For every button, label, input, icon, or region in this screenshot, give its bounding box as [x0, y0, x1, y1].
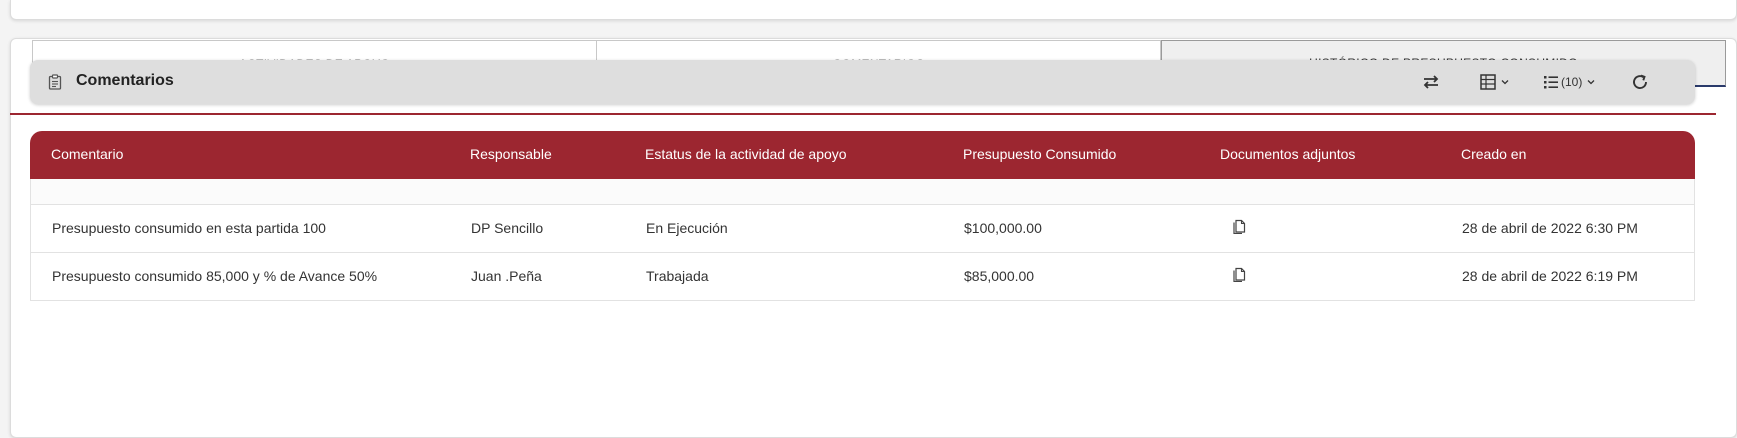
column-header-comentario[interactable]: Comentario	[51, 146, 123, 162]
section-divider	[10, 113, 1716, 115]
document-icon[interactable]	[1232, 218, 1246, 234]
cell-creado: 28 de abril de 2022 6:19 PM	[1462, 268, 1638, 284]
column-header-documentos[interactable]: Documentos adjuntos	[1220, 146, 1355, 162]
cell-estatus: Trabajada	[646, 268, 709, 284]
cell-responsable: Juan .Peña	[471, 268, 542, 284]
panel-header: Comentarios (10)	[30, 60, 1695, 104]
clipboard-icon	[48, 74, 62, 90]
page-size-button[interactable]: (10)	[1543, 70, 1596, 94]
list-icon	[1544, 76, 1558, 89]
cell-creado: 28 de abril de 2022 6:30 PM	[1462, 220, 1638, 236]
columns-icon	[1480, 74, 1496, 90]
cell-comentario: Presupuesto consumido en esta partida 10…	[52, 220, 326, 236]
chevron-down-icon	[1587, 80, 1595, 85]
refresh-icon	[1633, 74, 1647, 89]
panel-title: Comentarios	[76, 72, 174, 89]
column-header-responsable[interactable]: Responsable	[470, 146, 552, 162]
cell-responsable: DP Sencillo	[471, 220, 544, 236]
cell-estatus: En Ejecución	[646, 220, 728, 236]
chevron-down-icon	[1501, 80, 1509, 85]
cell-comentario: Presupuesto consumido 85,000 y % de Avan…	[52, 268, 378, 284]
toggle-view-button[interactable]	[1422, 70, 1440, 94]
header-toolbar: (10)	[1395, 60, 1695, 104]
column-header-presupuesto[interactable]: Presupuesto Consumido	[963, 146, 1116, 162]
refresh-button[interactable]	[1631, 70, 1649, 94]
page-size-label: (10)	[1561, 75, 1583, 89]
table-header: Comentario Responsable Estatus de la act…	[30, 131, 1695, 179]
table-row[interactable]: Presupuesto consumido en esta partida 10…	[30, 205, 1695, 253]
cell-presupuesto: $100,000.00	[964, 220, 1042, 236]
document-icon[interactable]	[1232, 266, 1246, 282]
columns-menu-button[interactable]	[1480, 70, 1510, 94]
top-card	[10, 0, 1737, 20]
comments-table: Comentario Responsable Estatus de la act…	[30, 131, 1695, 301]
swap-arrows-icon	[1423, 75, 1439, 89]
table-row[interactable]: Presupuesto consumido 85,000 y % de Avan…	[30, 253, 1695, 301]
column-header-creado[interactable]: Creado en	[1461, 146, 1526, 162]
filter-row	[30, 179, 1695, 205]
column-header-estatus[interactable]: Estatus de la actividad de apoyo	[645, 146, 847, 162]
cell-presupuesto: $85,000.00	[964, 268, 1035, 284]
